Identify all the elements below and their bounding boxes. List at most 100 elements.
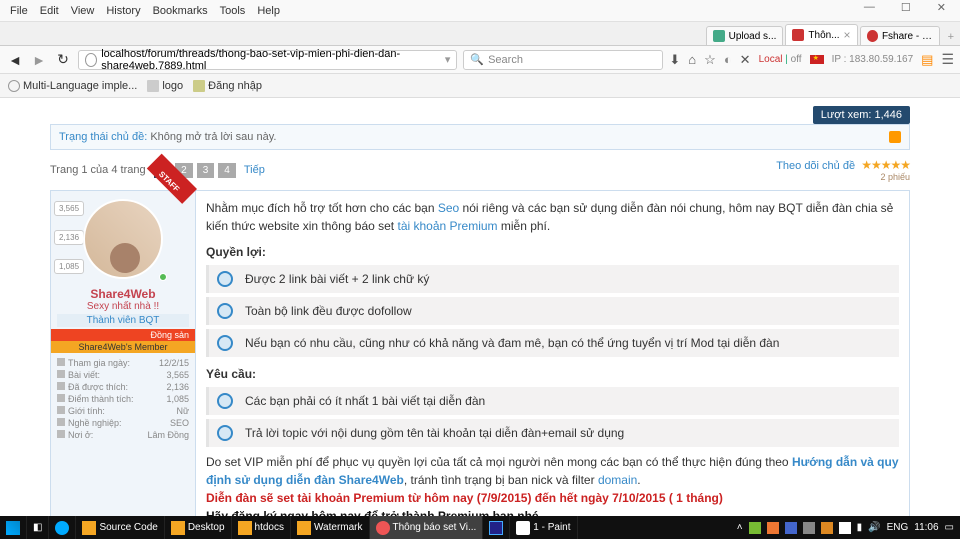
tray-icon[interactable] (767, 522, 779, 534)
menu-file[interactable]: File (4, 5, 34, 17)
benefits-heading: Quyền lợi: (206, 243, 899, 261)
tray-volume-icon[interactable]: 🔊 (868, 522, 880, 533)
menu-bookmarks[interactable]: Bookmarks (147, 5, 214, 17)
task-watermark[interactable]: Watermark (291, 516, 370, 539)
folder-icon (238, 521, 252, 535)
windows-icon (6, 521, 20, 535)
forward-button[interactable]: ► (30, 51, 48, 69)
tab-close-icon[interactable]: × (844, 28, 851, 42)
cta-line: Hãy đăng ký ngay hôm nay để trở thành Pr… (206, 509, 539, 516)
thon-favicon-icon (792, 29, 804, 41)
req-row: Trả lời topic với nội dung gồm tên tài k… (206, 419, 899, 447)
pagination-label: Trang 1 của 4 trang (50, 164, 146, 176)
folder-icon (297, 521, 311, 535)
photoshop-icon (489, 521, 503, 535)
firefox-icon (376, 521, 390, 535)
domain-word: domain (598, 473, 637, 487)
task-sourcecode[interactable]: Source Code (76, 516, 164, 539)
tray-icon[interactable] (785, 522, 797, 534)
task-htdocs[interactable]: htdocs (232, 516, 291, 539)
user-panel: STAFF 3,565 2,136 1,085 Share4Web Sexy n… (51, 191, 196, 516)
download-icon[interactable]: ⬇ (669, 52, 680, 68)
benefit-row: Toàn bộ link đều được dofollow (206, 297, 899, 325)
benefit-row: Nếu bạn có nhu cầu, cũng như có khả năng… (206, 329, 899, 357)
upload-favicon-icon (713, 30, 725, 42)
url-bar: ◄ ► ↻ localhost/forum/threads/thong-bao-… (0, 46, 960, 74)
warning-icon (889, 131, 901, 143)
follow-thread-link[interactable]: Theo dõi chủ đề (776, 160, 855, 172)
tray-icon[interactable] (839, 522, 851, 534)
globe-icon (8, 80, 20, 92)
task-photoshop[interactable] (483, 516, 510, 539)
flag-vn-icon (810, 55, 824, 64)
dropdown-icon[interactable]: ▾ (445, 53, 451, 66)
notifications-icon[interactable]: ▭ (945, 522, 954, 533)
tray-icon[interactable] (749, 522, 761, 534)
benefit-row: Được 2 link bài viết + 2 link chữ ký (206, 265, 899, 293)
menu-bar: File Edit View History Bookmarks Tools H… (0, 0, 960, 22)
page-4[interactable]: 4 (218, 163, 236, 178)
language-indicator[interactable]: ENG (887, 522, 909, 533)
start-button[interactable] (0, 516, 27, 539)
cross-icon[interactable]: ✕ (740, 52, 751, 68)
hamburger-menu-icon[interactable]: ☰ (941, 51, 954, 68)
premium-link[interactable]: tài khoản Premium (397, 219, 497, 233)
menu-tools[interactable]: Tools (214, 5, 252, 17)
clock[interactable]: 11:06 (914, 522, 938, 533)
username[interactable]: Share4Web (51, 287, 195, 301)
edge-button[interactable] (49, 516, 76, 539)
bullet-icon (217, 335, 233, 351)
tray-icon[interactable] (821, 522, 833, 534)
ip-text: IP : 183.80.59.167 (832, 54, 914, 65)
rss-icon[interactable]: ▤ (921, 52, 933, 68)
reload-button[interactable]: ↻ (54, 51, 72, 69)
tab-fshare[interactable]: Fshare - F... (860, 26, 940, 45)
window-minimize-icon[interactable]: — (858, 1, 881, 14)
point-2: 2,136 (54, 230, 84, 245)
paint-icon (516, 521, 530, 535)
pocket-icon[interactable]: ◐ (724, 52, 732, 67)
rating-stars[interactable]: ★★★★★ (861, 158, 910, 172)
avatar[interactable] (83, 199, 163, 279)
url-text: localhost/forum/threads/thong-bao-set-vi… (101, 48, 445, 72)
tray-icon[interactable] (803, 522, 815, 534)
bookmark-logo[interactable]: logo (147, 80, 183, 92)
home-icon[interactable]: ⌂ (688, 52, 696, 67)
tray-network-icon[interactable]: ▮ (857, 522, 863, 533)
taskview-button[interactable]: ◧ (27, 516, 49, 539)
page-next[interactable]: Tiếp (244, 164, 265, 176)
tab-thon[interactable]: Thôn...× (785, 24, 857, 45)
search-bar[interactable]: 🔍 Search (463, 50, 663, 70)
forum-post: STAFF 3,565 2,136 1,085 Share4Web Sexy n… (50, 190, 910, 516)
seo-link[interactable]: Seo (438, 201, 459, 215)
task-firefox[interactable]: Thông báo set Vi... (370, 516, 484, 539)
taskview-icon: ◧ (33, 522, 42, 533)
tray-chevron-icon[interactable]: ˄ (737, 522, 743, 533)
menu-view[interactable]: View (65, 5, 101, 17)
point-1: 3,565 (54, 201, 84, 216)
tab-upload[interactable]: Upload s... (706, 26, 784, 45)
window-maximize-icon[interactable]: ☐ (895, 1, 917, 14)
edge-icon (55, 521, 69, 535)
page-3[interactable]: 3 (197, 163, 215, 178)
menu-help[interactable]: Help (251, 5, 286, 17)
page-content: Lượt xem: 1,446 Trạng thái chủ đề: Không… (0, 98, 960, 516)
view-counter: Lượt xem: 1,446 (813, 106, 910, 124)
post-body: Nhằm mục đích hỗ trợ tốt hơn cho các bạn… (196, 191, 909, 516)
fshare-favicon-icon (867, 30, 878, 42)
menu-edit[interactable]: Edit (34, 5, 65, 17)
globe-icon (85, 53, 97, 67)
search-placeholder: Search (488, 54, 523, 66)
window-close-icon[interactable]: ✕ (931, 1, 952, 14)
bookmark-login[interactable]: Đăng nhập (193, 80, 262, 92)
bullet-icon (217, 393, 233, 409)
address-bar[interactable]: localhost/forum/threads/thong-bao-set-vi… (78, 50, 457, 70)
menu-history[interactable]: History (100, 5, 146, 17)
task-desktop[interactable]: Desktop (165, 516, 232, 539)
task-paint[interactable]: 1 - Paint (510, 516, 577, 539)
notice-line: Diễn đàn sẽ set tài khoản Premium từ hôm… (206, 489, 899, 507)
star-icon[interactable]: ☆ (704, 52, 716, 68)
new-tab-button[interactable]: + (942, 29, 960, 45)
bookmark-multilang[interactable]: Multi-Language imple... (8, 80, 137, 92)
back-button[interactable]: ◄ (6, 51, 24, 69)
